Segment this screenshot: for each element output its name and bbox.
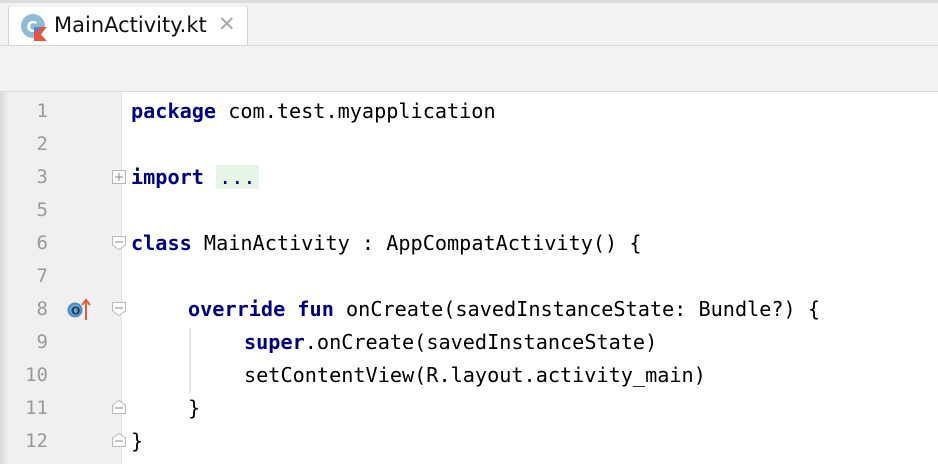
code-line: override fun onCreate(savedInstanceState… (188, 293, 820, 326)
fold-end-icon[interactable] (112, 400, 126, 414)
code-line: class MainActivity : AppCompatActivity()… (131, 227, 641, 260)
code-text: MainActivity : AppCompatActivity() { (191, 231, 642, 255)
code-text: com.test.myapplication (216, 99, 496, 123)
code-line: setContentView(R.layout.activity_main) (244, 359, 706, 392)
code-line: super.onCreate(savedInstanceState) (244, 326, 657, 359)
line-number: 3 (36, 166, 48, 188)
line-number: 5 (36, 199, 48, 221)
indent-guide (189, 328, 191, 393)
override-method-icon[interactable]: O (66, 296, 92, 322)
keyword: package (131, 99, 217, 123)
close-icon[interactable]: ✕ (218, 12, 236, 36)
line-number: 10 (25, 364, 48, 386)
fold-end-icon[interactable] (112, 433, 126, 447)
svg-text:O: O (71, 305, 80, 318)
code-line: } (131, 425, 143, 458)
fold-collapse-icon[interactable] (112, 236, 126, 250)
line-number: 7 (36, 265, 48, 287)
tab-mainactivity[interactable]: C MainActivity.kt ✕ (8, 7, 248, 49)
code-text: .onCreate(savedInstanceState) (304, 330, 658, 354)
fold-expand-icon[interactable] (112, 170, 126, 184)
kotlin-class-icon: C (21, 14, 47, 41)
keyword: import (131, 165, 204, 189)
code-text: } (131, 429, 144, 453)
code-line: package com.test.myapplication (131, 95, 496, 128)
code-editor[interactable] (122, 92, 938, 464)
line-number: 1 (36, 100, 48, 122)
code-line: } (188, 392, 200, 425)
line-number: 11 (25, 397, 48, 419)
line-number: 6 (36, 232, 48, 254)
tab-title: MainActivity.kt (54, 13, 207, 37)
line-number: 12 (25, 430, 48, 452)
line-number: 2 (36, 133, 48, 155)
code-text: onCreate(savedInstanceState: Bundle?) { (333, 297, 821, 321)
code-text: setContentView(R.layout.activity_main) (244, 363, 706, 387)
editor-toolbar (0, 45, 938, 92)
folded-imports[interactable]: ... (216, 165, 259, 189)
editor-tab-bar: C MainActivity.kt ✕ (0, 0, 938, 49)
keyword: super (244, 330, 305, 354)
line-number: 8 (36, 298, 48, 320)
code-text: } (188, 396, 201, 420)
code-line: import ... (131, 161, 259, 194)
keyword: class (131, 231, 192, 255)
left-edge (0, 92, 8, 464)
keyword: override (188, 297, 286, 321)
fold-collapse-icon[interactable] (112, 302, 126, 316)
keyword: fun (297, 297, 334, 321)
line-number: 9 (36, 331, 48, 353)
